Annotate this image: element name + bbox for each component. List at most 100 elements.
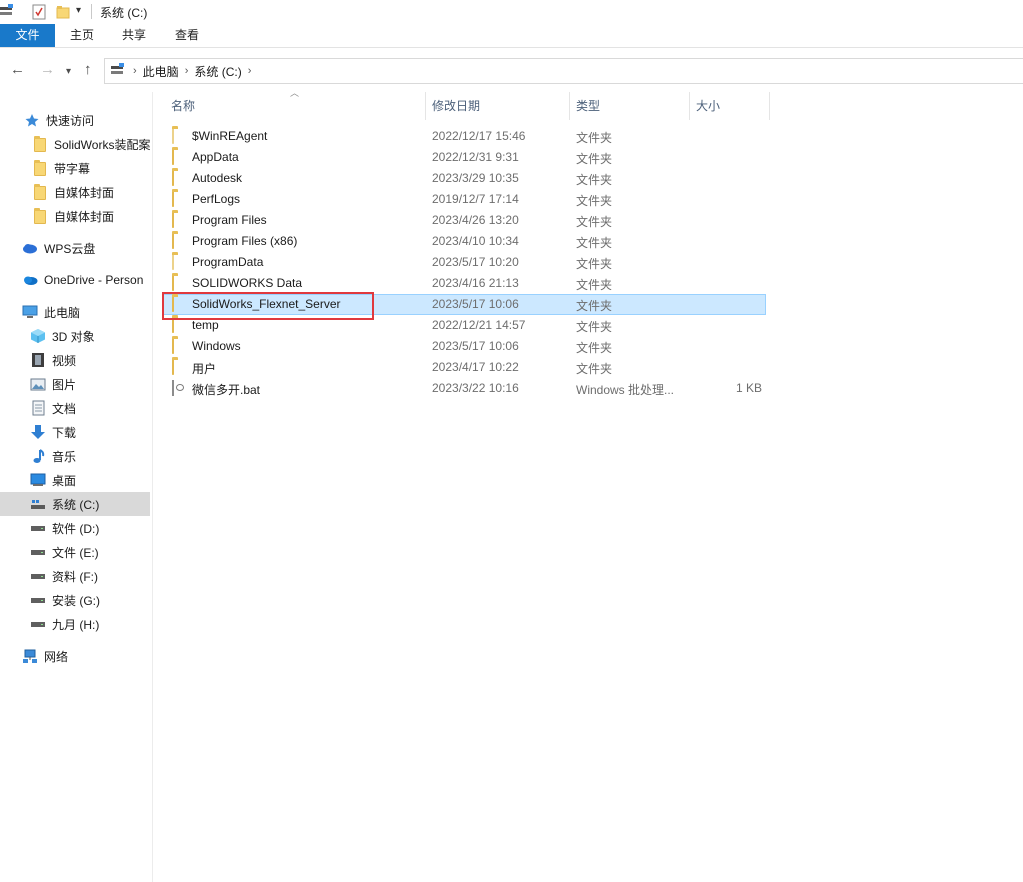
nav-music[interactable]: 音乐	[0, 444, 150, 468]
nav-drive-c[interactable]: 系统 (C:)	[0, 492, 150, 516]
file-type: 文件夹	[576, 341, 613, 355]
star-icon	[24, 112, 40, 128]
nav-documents[interactable]: 文档	[0, 396, 150, 420]
file-type: 文件夹	[576, 152, 613, 166]
file-date: 2019/12/7 17:14	[432, 192, 519, 206]
nav-quick-access[interactable]: 快速访问	[0, 108, 150, 132]
file-date: 2023/5/17 10:06	[432, 297, 519, 311]
nav-label: WPS云盘	[44, 241, 96, 256]
file-row[interactable]: AppData 2022/12/31 9:31 文件夹	[163, 147, 766, 168]
file-row[interactable]: 微信多开.bat 2023/3/22 10:16 Windows 批处理... …	[163, 378, 766, 399]
forward-arrow-icon[interactable]: →	[40, 62, 55, 78]
nav-drive-g[interactable]: 安装 (G:)	[0, 588, 150, 612]
drive-icon	[111, 63, 125, 79]
download-arrow-icon	[30, 424, 46, 440]
nav-3d-objects[interactable]: 3D 对象	[0, 324, 150, 348]
nav-label: 3D 对象	[52, 329, 95, 344]
nav-pictures[interactable]: 图片	[0, 372, 150, 396]
recent-locations-chevron-icon[interactable]: ▾	[66, 64, 71, 80]
file-row[interactable]: Windows 2023/5/17 10:06 文件夹	[163, 336, 766, 357]
breadcrumb-chevron-icon[interactable]: ›	[133, 65, 137, 77]
file-date: 2022/12/21 14:57	[432, 318, 526, 332]
music-note-icon	[30, 448, 46, 464]
nav-drive-f[interactable]: 资料 (F:)	[0, 564, 150, 588]
picture-icon	[30, 376, 46, 392]
nav-wps-cloud[interactable]: WPS云盘	[0, 236, 150, 260]
file-date: 2023/3/29 10:35	[432, 171, 519, 185]
nav-downloads[interactable]: 下载	[0, 420, 150, 444]
breadcrumb-chevron-icon[interactable]: ›	[248, 65, 252, 77]
column-header-name[interactable]: 名称	[171, 96, 421, 120]
nav-label: 系统 (C:)	[52, 497, 100, 512]
file-row[interactable]: ProgramData 2023/5/17 10:20 文件夹	[163, 252, 766, 273]
nav-label: 九月 (H:)	[52, 617, 100, 632]
column-header-size[interactable]: 大小	[696, 96, 766, 120]
nav-label: 带字幕	[54, 161, 91, 176]
navigation-bar: ← → ▾ ↑ › 此电脑 › 系统 (C:) ›	[0, 56, 1023, 86]
nav-this-pc[interactable]: 此电脑	[0, 300, 150, 324]
folder-icon	[172, 149, 187, 165]
nav-pinned-item[interactable]: 自媒体封面	[0, 204, 150, 228]
breadcrumb-chevron-icon[interactable]: ›	[185, 65, 189, 77]
nav-label: 音乐	[52, 449, 77, 464]
nav-pinned-item[interactable]: 自媒体封面	[0, 180, 150, 204]
file-row[interactable]: PerfLogs 2019/12/7 17:14 文件夹	[163, 189, 766, 210]
nav-label: OneDrive - Person	[44, 273, 144, 287]
column-header-type[interactable]: 类型	[576, 96, 686, 120]
address-bar[interactable]: › 此电脑 › 系统 (C:) ›	[104, 58, 1023, 84]
file-name: PerfLogs	[192, 192, 241, 206]
tab-file[interactable]: 文件	[0, 24, 55, 47]
tab-view[interactable]: 查看	[165, 24, 209, 47]
file-row[interactable]: Autodesk 2023/3/29 10:35 文件夹	[163, 168, 766, 189]
file-row[interactable]: Program Files (x86) 2023/4/10 10:34 文件夹	[163, 231, 766, 252]
quick-access-dropdown-icon[interactable]: ▾	[76, 5, 81, 16]
highlight-annotation-box	[162, 292, 374, 320]
file-row[interactable]: Program Files 2023/4/26 13:20 文件夹	[163, 210, 766, 231]
nav-onedrive[interactable]: OneDrive - Person	[0, 268, 150, 292]
tab-share[interactable]: 共享	[112, 24, 156, 47]
file-row[interactable]: 用户 2023/4/17 10:22 文件夹	[163, 357, 766, 378]
back-arrow-icon[interactable]: ←	[10, 62, 25, 78]
file-row[interactable]: SOLIDWORKS Data 2023/4/16 21:13 文件夹	[163, 273, 766, 294]
file-name: temp	[192, 318, 219, 332]
drive-icon	[30, 520, 46, 536]
nav-label: 文档	[52, 401, 77, 416]
breadcrumb-system-c[interactable]: 系统 (C:)	[194, 63, 241, 80]
nav-drive-e[interactable]: 文件 (E:)	[0, 540, 150, 564]
nav-pinned-item[interactable]: 带字幕	[0, 156, 150, 180]
up-arrow-icon[interactable]: ↑	[84, 62, 92, 78]
nav-label: 软件 (D:)	[52, 521, 100, 536]
file-date: 2023/5/17 10:06	[432, 339, 519, 353]
nav-videos[interactable]: 视频	[0, 348, 150, 372]
tab-home[interactable]: 主页	[60, 24, 104, 47]
file-name: 用户	[192, 362, 217, 376]
file-size: 1 KB	[735, 381, 762, 395]
folder-icon	[172, 191, 187, 207]
breadcrumb-this-pc[interactable]: 此电脑	[143, 63, 179, 80]
file-type: 文件夹	[576, 278, 613, 292]
column-header-date[interactable]: 修改日期	[432, 96, 566, 120]
nav-drive-h[interactable]: 九月 (H:)	[0, 612, 150, 636]
properties-icon[interactable]	[32, 4, 47, 23]
folder-icon	[32, 207, 48, 224]
file-type: 文件夹	[576, 320, 613, 334]
pane-divider[interactable]	[152, 92, 153, 882]
nav-desktop[interactable]: 桌面	[0, 468, 150, 492]
nav-pinned-item[interactable]: SolidWorks装配案	[0, 132, 150, 156]
new-folder-icon[interactable]	[56, 4, 70, 23]
folder-icon	[32, 159, 48, 176]
file-type: 文件夹	[576, 257, 613, 271]
file-type: 文件夹	[576, 194, 613, 208]
column-separator[interactable]	[689, 92, 690, 120]
nav-drive-d[interactable]: 软件 (D:)	[0, 516, 150, 540]
column-separator[interactable]	[425, 92, 426, 120]
column-separator[interactable]	[769, 92, 770, 120]
title-separator	[91, 4, 92, 19]
nav-label: 资料 (F:)	[52, 569, 98, 584]
column-separator[interactable]	[569, 92, 570, 120]
file-date: 2023/4/16 21:13	[432, 276, 519, 290]
file-type: 文件夹	[576, 362, 613, 376]
file-date: 2023/4/10 10:34	[432, 234, 519, 248]
nav-network[interactable]: 网络	[0, 644, 150, 668]
file-row[interactable]: $WinREAgent 2022/12/17 15:46 文件夹	[163, 126, 766, 147]
